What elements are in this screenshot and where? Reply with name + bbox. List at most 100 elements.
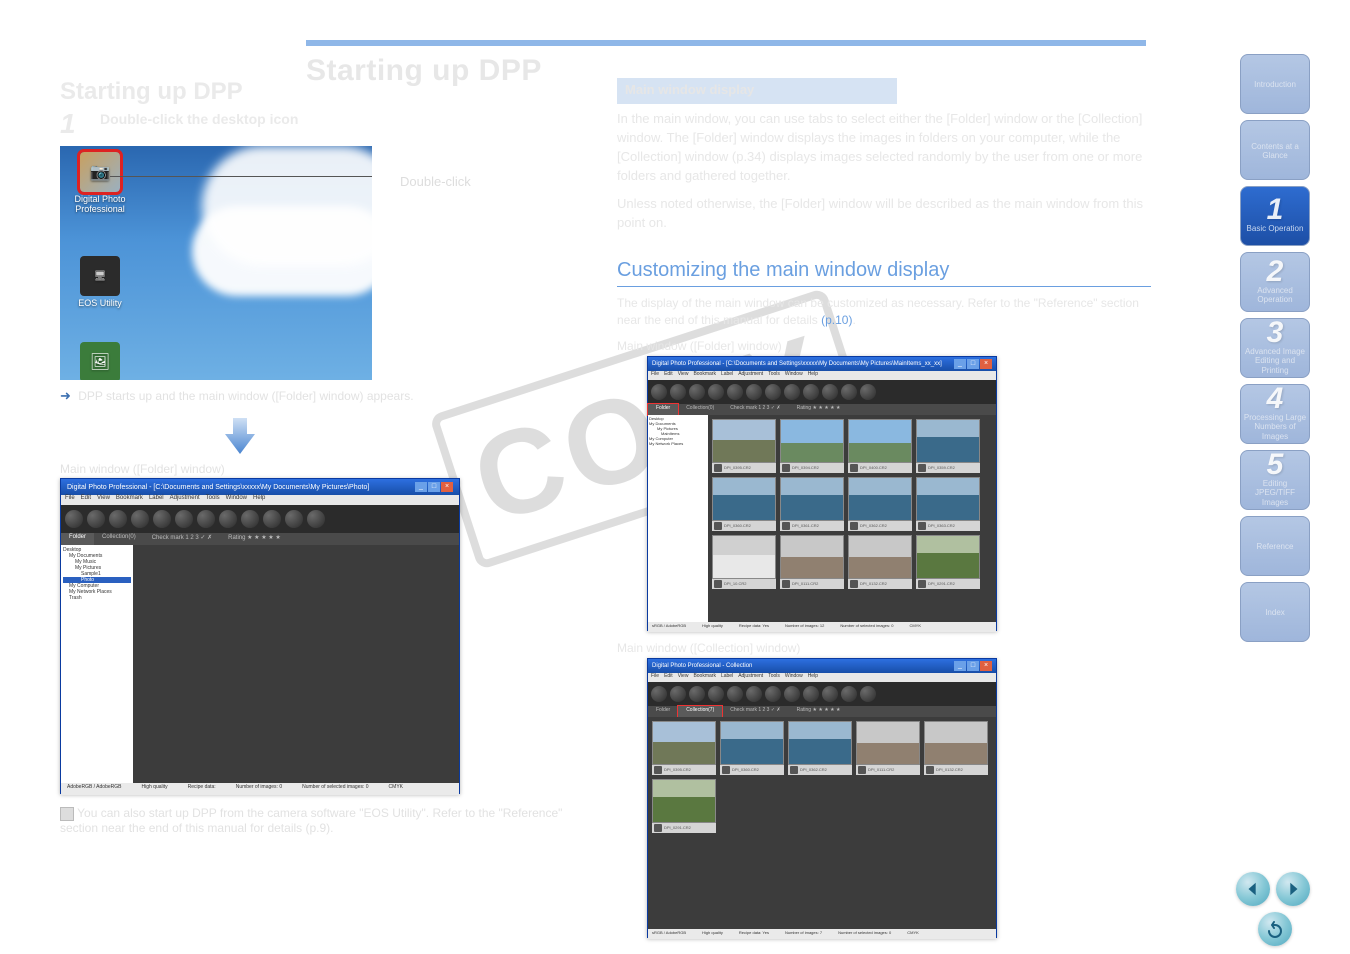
toolbar-button [860, 686, 876, 702]
toolbar-button [708, 384, 724, 400]
nav-contents[interactable]: Contents at a Glance [1240, 120, 1310, 180]
menu-bar: FileEditViewBookmarkLabelAdjustmentTools… [648, 371, 996, 380]
monitor-icon: 🖥 [80, 256, 120, 296]
toolbar-button [727, 384, 743, 400]
maximize-icon: □ [967, 661, 979, 671]
thumbnail: DPI_0359.CR2 [916, 419, 980, 473]
rating-filter: Rating ★ ★ ★ ★ ★ [789, 706, 849, 717]
nav-index[interactable]: Index [1240, 582, 1310, 642]
toolbar-button [765, 686, 781, 702]
status-quality: High quality [702, 930, 723, 938]
thumbnail: DPI_0360.CR2 [712, 477, 776, 531]
camera-icon: 📷 [80, 152, 120, 192]
window-title: Digital Photo Professional - [C:\Documen… [67, 484, 369, 491]
subsection-body: The display of the main window can be cu… [617, 296, 1139, 327]
nav-number: 4 [1267, 387, 1284, 411]
nav-introduction[interactable]: Introduction [1240, 54, 1310, 114]
third-desktop-icon: 🖼 [70, 342, 130, 380]
menu-view: View [678, 673, 689, 682]
menu-window: Window [226, 495, 247, 505]
page-ref-link[interactable]: (p.9) [305, 821, 330, 835]
dpp-desktop-icon: 📷 Digital Photo Professional [70, 152, 130, 214]
step-number-1: 1 [60, 110, 90, 138]
menu-edit: Edit [664, 673, 673, 682]
nav-chapter-4[interactable]: 4Processing Large Numbers of Images [1240, 384, 1310, 444]
menu-view: View [97, 495, 110, 505]
status-recipe: Recipe data: Yes [739, 623, 769, 631]
desktop-screenshot: 📷 Digital Photo Professional 🖥 EOS Utili… [60, 146, 372, 380]
toolbar-button [670, 384, 686, 400]
status-cmyk: CMYK [909, 623, 921, 631]
folder-tree: Desktop My Documents My Music My Picture… [61, 545, 133, 783]
thumbnail: DPI_0394.CR2 [780, 419, 844, 473]
menu-label: Label [721, 673, 733, 682]
window-controls: _ □ × [415, 482, 453, 492]
toolbar-button [131, 510, 149, 528]
menu-tools: Tools [768, 673, 780, 682]
sub-toolbar: Folder Collection(0) Check mark 1 2 3 ✓ … [61, 533, 459, 545]
nav-label: Introduction [1254, 80, 1296, 89]
nav-number: 1 [1267, 198, 1284, 222]
callout-text: Double-click [400, 174, 490, 189]
window-title: Digital Photo Professional - [C:\Documen… [652, 361, 942, 367]
menu-bar: File Edit View Bookmark Label Adjustment… [61, 495, 459, 505]
return-button[interactable] [1258, 912, 1292, 946]
footnote: You can also start up DPP from the camer… [60, 806, 600, 835]
next-page-button[interactable] [1276, 872, 1310, 906]
menu-help: Help [808, 371, 818, 380]
tab-folder: Folder [61, 533, 94, 545]
toolbar [648, 380, 996, 404]
main-window-collection-screenshot: Digital Photo Professional - Collection … [647, 658, 997, 938]
menu-help: Help [253, 495, 265, 505]
rating-filter: Rating ★ ★ ★ ★ ★ [789, 404, 849, 415]
nav-reference[interactable]: Reference [1240, 516, 1310, 576]
nav-chapter-2[interactable]: 2Advanced Operation [1240, 252, 1310, 312]
status-cmyk: CMYK [389, 784, 403, 794]
status-selected: Number of selected images: 0 [302, 784, 368, 794]
nav-label: Basic Operation [1247, 224, 1304, 233]
sub-toolbar: Folder Collection(7) Check mark 1 2 3 ✓ … [648, 706, 996, 717]
status-selected: Number of selected images: 0 [838, 930, 891, 938]
page-ref-link[interactable]: (p.34) [732, 149, 766, 164]
nav-chapter-5[interactable]: 5Editing JPEG/TIFF Images [1240, 450, 1310, 510]
status-bar: sRGB / AdobeRGB High quality Recipe data… [648, 622, 996, 632]
menu-file: File [651, 673, 659, 682]
page-ref-link[interactable]: (p.10) [821, 313, 852, 327]
nav-label: Reference [1257, 542, 1294, 551]
close-icon: × [441, 482, 453, 492]
toolbar-button [65, 510, 83, 528]
tab-folder-highlighted: Folder [648, 404, 678, 415]
status-recipe: Recipe data: Yes [739, 930, 769, 938]
status-count: Number of images: 12 [785, 623, 824, 631]
thumbnail: DPI_0291.CR2 [652, 779, 716, 833]
step-1-text: Double-click the desktop icon [100, 110, 298, 128]
toolbar-button [197, 510, 215, 528]
eos-utility-icon-label: EOS Utility [78, 298, 122, 308]
toolbar-button [822, 686, 838, 702]
nav-label: Index [1265, 608, 1285, 617]
subsection-body-end: . [852, 313, 855, 327]
menu-window: Window [785, 673, 803, 682]
collection-window-label: Main window ([Collection] window) [617, 641, 1151, 655]
menu-adjustment: Adjustment [738, 673, 763, 682]
prev-page-button[interactable] [1236, 872, 1270, 906]
subsection-heading: Customizing the main window display [617, 259, 1151, 287]
toolbar [648, 682, 996, 706]
main-window-screenshot: Digital Photo Professional - [C:\Documen… [60, 478, 460, 794]
nav-chapter-1[interactable]: 1 Basic Operation [1240, 186, 1310, 246]
status-cmyk: CMYK [907, 930, 919, 938]
toolbar-button [784, 686, 800, 702]
toolbar-button [153, 510, 171, 528]
nav-label: Advanced Image Editing and Printing [1243, 347, 1307, 375]
menu-adjustment: Adjustment [738, 371, 763, 380]
menu-bar: FileEditViewBookmarkLabelAdjustmentTools… [648, 673, 996, 682]
tree-node: My Network Places [649, 441, 707, 446]
window-title: Digital Photo Professional - Collection [652, 663, 752, 669]
minimize-icon: _ [415, 482, 427, 492]
checkmark-filter: Check mark 1 2 3 ✓ ✗ [144, 533, 220, 545]
nav-chapter-3[interactable]: 3Advanced Image Editing and Printing [1240, 318, 1310, 378]
column-header-rule [306, 40, 1146, 46]
thumbnail: DPI_0395.CR2 [652, 721, 716, 775]
thumbnail-area: DPI_0395.CR2 DPI_0394.CR2 DPI_0400.CR2 D… [708, 415, 996, 622]
chapter-sidenav: Introduction Contents at a Glance 1 Basic… [1240, 54, 1310, 642]
